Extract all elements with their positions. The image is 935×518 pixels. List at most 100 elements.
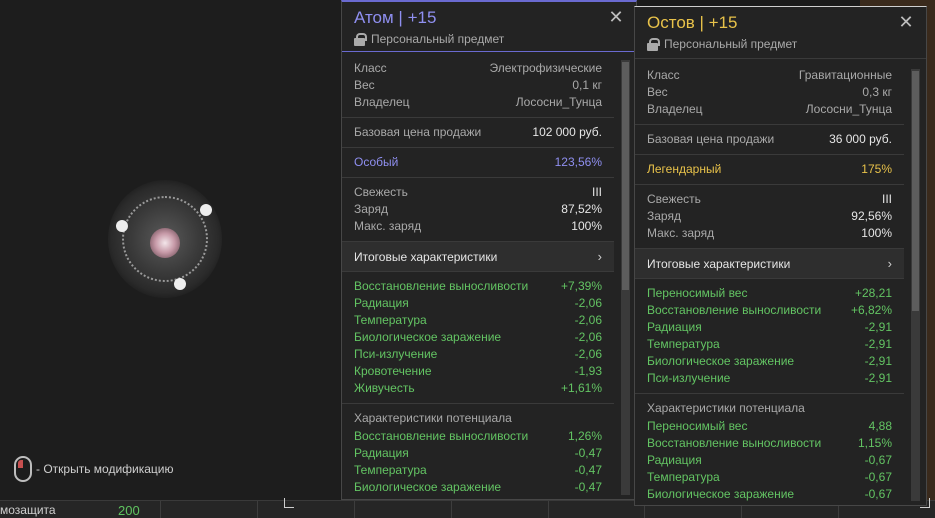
stats-value: +6,82%: [850, 303, 892, 317]
summary-label: Итоговые характеристики: [647, 257, 791, 271]
tooltip-body[interactable]: Класс Гравитационные Вес 0,3 кг Владелец Лосо…: [635, 61, 904, 505]
stat-label: мозащита: [0, 503, 56, 517]
potential-value: -0,47: [574, 480, 602, 494]
artifact-model[interactable]: [100, 170, 230, 310]
potential-title: Характеристики потенциала: [647, 401, 805, 415]
item-title: Атом | +15: [354, 8, 437, 27]
close-icon[interactable]: ✕: [608, 8, 624, 26]
stats-label: Восстановление выносливости: [647, 303, 822, 317]
stats-value: -2,91: [864, 371, 892, 385]
info-value: 0,3 кг: [862, 85, 892, 99]
info-value: Лососни_Тунца: [515, 95, 602, 109]
potential-row: Биологическое заражение -0,67: [647, 486, 892, 503]
stats-value: -2,06: [574, 330, 602, 344]
stats-label: Пси-излучение: [647, 371, 731, 385]
item-subtitle: Персональный предмет: [647, 37, 914, 51]
mouse-left-click-icon: [14, 456, 32, 482]
scrollbar-thumb[interactable]: [912, 71, 919, 311]
potential-title: Характеристики потенциала: [354, 411, 512, 425]
potential-row: Радиация -0,47: [354, 445, 602, 462]
info-row: Владелец Лососни_Тунца: [354, 94, 602, 111]
price-value: 36 000 руб.: [829, 132, 892, 146]
stats-label: Температура: [647, 337, 720, 351]
rarity-section: Легендарный 175%: [635, 155, 904, 185]
personal-item-label: Персональный предмет: [371, 32, 505, 46]
stats-label: Восстановление выносливости: [354, 279, 529, 293]
stats-row: Радиация -2,06: [354, 295, 602, 312]
tooltip-header: Остов | +15 Персональный предмет ✕: [635, 7, 926, 59]
item-tooltip-ostov: Остов | +15 Персональный предмет ✕ Класс…: [634, 6, 927, 506]
info-value: Лососни_Тунца: [805, 102, 892, 116]
state-row: Свежесть III: [647, 191, 892, 208]
info-row: Вес 0,1 кг: [354, 77, 602, 94]
info-label: Класс: [647, 68, 680, 82]
potential-row: Переносимый вес 4,88: [647, 418, 892, 435]
frame-corner: [284, 498, 294, 508]
info-value: Гравитационные: [798, 68, 892, 82]
open-modification-hint[interactable]: - Открыть модификацию: [14, 456, 174, 482]
summary-stats-toggle[interactable]: Итоговые характеристики ›: [635, 249, 904, 279]
potential-value: -0,67: [864, 487, 892, 501]
potential-row: Биологическое заражение -0,47: [354, 479, 602, 496]
rarity-label: Легендарный: [647, 162, 722, 176]
state-value: 87,52%: [561, 202, 602, 216]
stats-value: -2,91: [864, 337, 892, 351]
stats-label: Кровотечение: [354, 364, 432, 378]
personal-item-label: Персональный предмет: [664, 37, 798, 51]
potential-value: -0,47: [574, 463, 602, 477]
potential-label: Восстановление выносливости: [647, 436, 822, 450]
potential-label: Температура: [647, 470, 720, 484]
potential-label: Биологическое заражение: [354, 480, 502, 494]
scrollbar-thumb[interactable]: [622, 62, 629, 290]
stats-row: Восстановление выносливости +6,82%: [647, 302, 892, 319]
item-tooltip-atom: Атом | +15 Персональный предмет ✕ Класс Э…: [341, 0, 637, 500]
state-label: Заряд: [647, 209, 681, 223]
state-label: Макс. заряд: [647, 226, 715, 240]
state-value: III: [591, 185, 602, 199]
summary-stats-toggle[interactable]: Итоговые характеристики ›: [342, 242, 614, 272]
scrollbar[interactable]: [621, 60, 630, 495]
stat-cell: [450, 501, 548, 518]
stats-value: -2,06: [574, 296, 602, 310]
stats-value: -2,06: [574, 347, 602, 361]
potential-label: Радиация: [647, 453, 702, 467]
tooltip-header: Атом | +15 Персональный предмет ✕: [342, 2, 636, 52]
stats-row: Температура -2,06: [354, 312, 602, 329]
rarity-value: 175%: [861, 162, 892, 176]
state-row: Свежесть III: [354, 184, 602, 201]
stats-value: -1,93: [574, 364, 602, 378]
stats-value: -2,06: [574, 313, 602, 327]
stat-cell: [547, 501, 645, 518]
price-value: 102 000 руб.: [532, 125, 602, 139]
info-label: Владелец: [647, 102, 703, 116]
price-row: Базовая цена продажи 36 000 руб.: [647, 131, 892, 148]
price-label: Базовая цена продажи: [354, 125, 482, 139]
scrollbar[interactable]: [911, 69, 920, 501]
potential-label: Радиация: [354, 446, 409, 460]
stats-row: Переносимый вес +28,21: [647, 285, 892, 302]
potential-label: Температура: [354, 463, 427, 477]
chevron-right-icon: ›: [597, 249, 602, 264]
potential-value: 1,26%: [567, 429, 602, 443]
summary-label: Итоговые характеристики: [354, 250, 498, 264]
item-viewport: - Открыть модификацию: [0, 0, 340, 500]
tooltip-body[interactable]: Класс Электрофизические Вес 0,1 кг Владелец Л…: [342, 54, 614, 499]
potential-value: -0,47: [574, 446, 602, 460]
close-icon[interactable]: ✕: [898, 13, 914, 31]
hint-text: - Открыть модификацию: [36, 462, 174, 476]
info-label: Вес: [647, 85, 668, 99]
info-label: Владелец: [354, 95, 410, 109]
info-value: Электрофизические: [489, 61, 602, 75]
potential-value: -0,67: [864, 470, 892, 484]
potential-label: Биологическое заражение: [647, 487, 795, 501]
info-section: Класс Гравитационные Вес 0,3 кг Владелец Лосо…: [635, 61, 904, 125]
state-value: 92,56%: [851, 209, 892, 223]
state-row: Заряд 92,56%: [647, 208, 892, 225]
state-label: Свежесть: [647, 192, 701, 206]
item-subtitle: Персональный предмет: [354, 32, 624, 46]
artifact-node: [200, 204, 212, 216]
artifact-core: [150, 228, 180, 258]
info-section: Класс Электрофизические Вес 0,1 кг Владелец Л…: [342, 54, 614, 118]
price-label: Базовая цена продажи: [647, 132, 775, 146]
potential-value: 4,88: [868, 419, 892, 433]
